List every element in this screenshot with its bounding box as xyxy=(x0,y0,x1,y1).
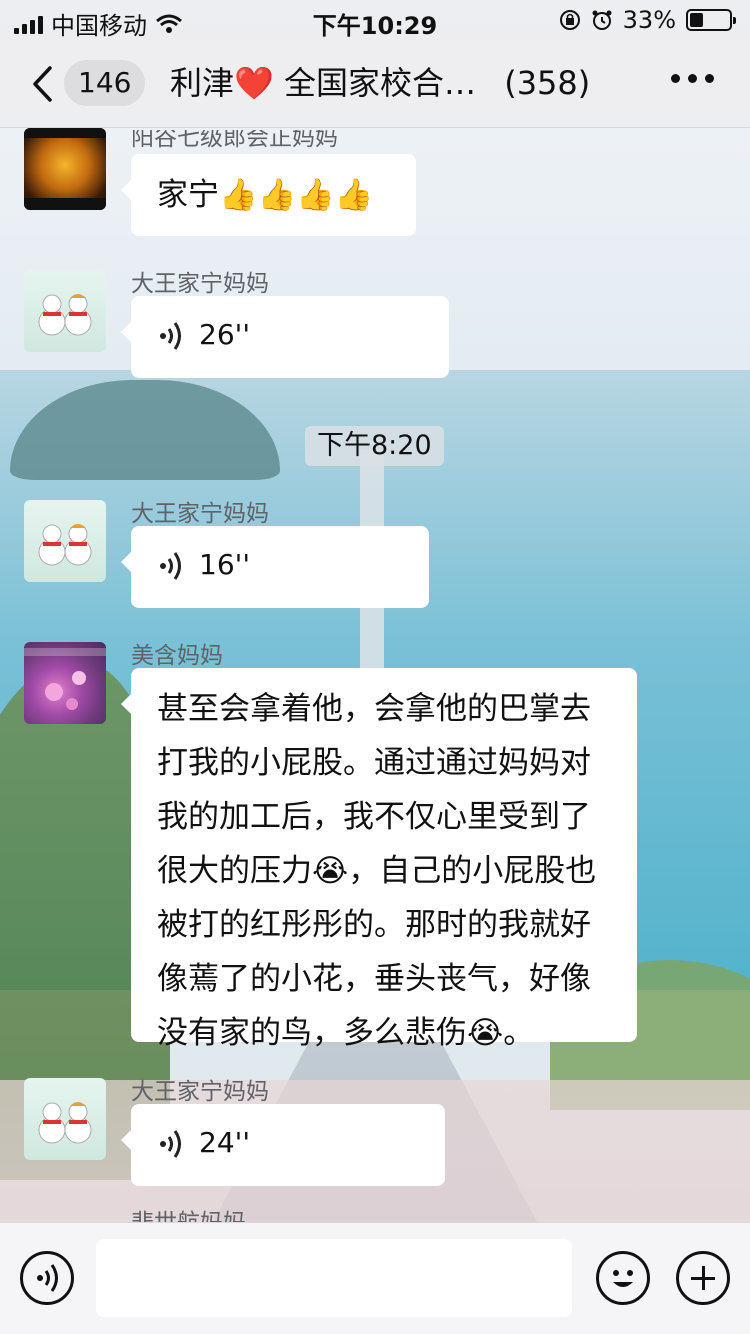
voice-input-icon[interactable] xyxy=(20,1251,74,1305)
sender-name: 美含妈妈 xyxy=(131,643,223,669)
message-input[interactable] xyxy=(96,1239,572,1317)
alarm-icon xyxy=(592,10,612,30)
text-bubble[interactable]: 甚至会拿着他，会拿他的巴掌去打我的小屁股。通过通过妈妈对我的加工后，我不仅心里受… xyxy=(121,668,637,1051)
flower-avatar[interactable] xyxy=(24,642,106,724)
unread-count-badge[interactable]: 146 xyxy=(64,60,146,106)
snowman-avatar[interactable] xyxy=(24,1078,106,1160)
battery-icon xyxy=(686,9,736,31)
group-name: 利津❤️ 全国家校合… xyxy=(170,64,477,102)
snowman-avatar[interactable] xyxy=(24,270,106,352)
rotation-lock-icon xyxy=(559,10,580,30)
sender-name-partial: 悲世航妈妈 xyxy=(131,1208,246,1222)
plus-icon[interactable] xyxy=(676,1251,730,1305)
text-bubble[interactable]: 家宁👍👍👍👍 xyxy=(121,154,416,236)
chat-title: 利津❤️ 全国家校合… (358) xyxy=(170,60,590,106)
back-chevron-icon[interactable] xyxy=(30,64,54,104)
chat-header: 146 利津❤️ 全国家校合… (358) xyxy=(0,40,750,128)
voice-duration: 24'' xyxy=(199,1126,251,1159)
voice-message-bubble[interactable]: 24'' xyxy=(121,1104,445,1186)
voice-duration: 16'' xyxy=(199,548,251,581)
emoji-icon[interactable] xyxy=(596,1251,650,1305)
more-options-icon[interactable] xyxy=(671,74,714,83)
voice-message-bubble[interactable]: 26'' xyxy=(121,296,449,378)
sender-name: 大王家宁妈妈 xyxy=(131,271,269,297)
voice-wave-icon xyxy=(160,1130,181,1158)
input-bar xyxy=(0,1222,750,1334)
voice-wave-icon xyxy=(160,552,181,580)
voice-message-bubble[interactable]: 16'' xyxy=(121,526,429,608)
snowman-avatar[interactable] xyxy=(24,500,106,582)
status-bar: 中国移动 下午10:29 33% xyxy=(0,0,750,40)
sender-name: 大王家宁妈妈 xyxy=(131,1079,269,1105)
sender-name: 大王家宁妈妈 xyxy=(131,501,269,527)
golden-heart-avatar[interactable] xyxy=(24,128,106,210)
battery-percent: 33% xyxy=(622,6,676,34)
member-count: (358) xyxy=(504,64,591,102)
voice-wave-icon xyxy=(160,322,181,350)
voice-duration: 26'' xyxy=(199,318,251,351)
time-divider: 下午8:20 xyxy=(305,426,444,466)
